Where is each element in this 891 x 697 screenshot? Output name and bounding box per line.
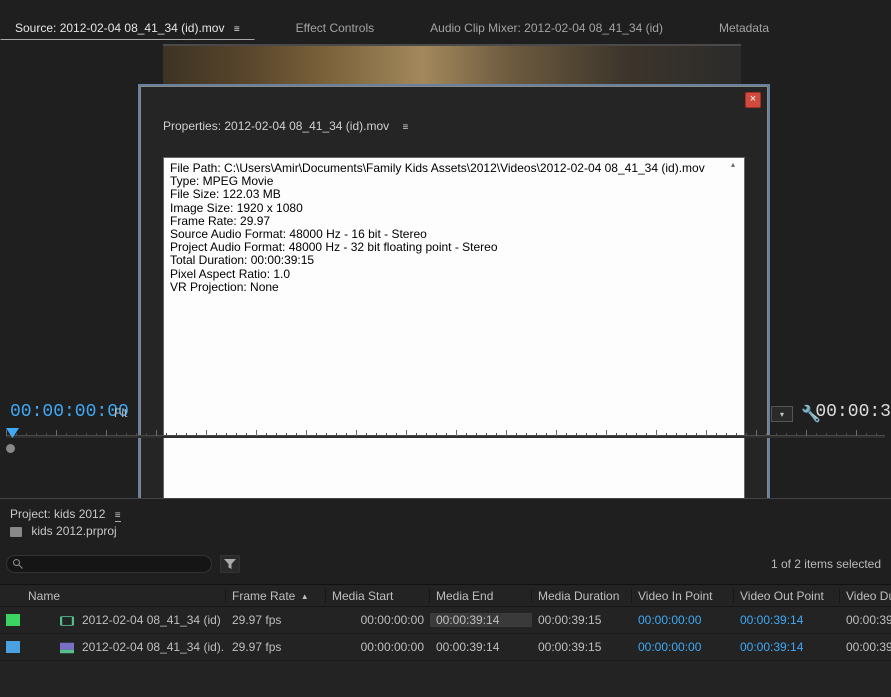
tab-metadata-label: Metadata: [719, 21, 769, 35]
cell-video-du: 00:00:39: [840, 640, 891, 654]
current-timecode[interactable]: 00:00:00:00: [10, 402, 129, 422]
col-media-duration[interactable]: Media Duration: [532, 589, 632, 603]
cell-media-duration: 00:00:39:15: [532, 613, 632, 627]
col-name[interactable]: Name: [22, 589, 226, 603]
properties-title-bar: Properties: 2012-02-04 08_41_34 (id).mov…: [155, 115, 753, 147]
panel-tabs: Source: 2012-02-04 08_41_34 (id).mov ≡ E…: [0, 18, 891, 40]
time-ruler[interactable]: [6, 430, 885, 444]
col-frame-rate[interactable]: Frame Rate ▲: [226, 589, 326, 603]
col-media-start[interactable]: Media Start: [326, 589, 430, 603]
col-video-du[interactable]: Video Du: [840, 589, 891, 603]
cell-media-duration: 00:00:39:15: [532, 640, 632, 654]
cell-name: 2012-02-04 08_41_34 (id): [76, 613, 226, 627]
project-selection-status: 1 of 2 items selected: [771, 557, 881, 571]
tab-effect-controls[interactable]: Effect Controls: [281, 18, 389, 40]
properties-title-text: Properties: 2012-02-04 08_41_34 (id).mov: [163, 119, 389, 133]
properties-text-area[interactable]: File Path: C:\Users\Amir\Documents\Famil…: [163, 157, 745, 525]
search-icon: [12, 558, 24, 570]
project-file-name: kids 2012.prproj: [31, 524, 116, 538]
cell-video-du: 00:00:39: [840, 613, 891, 627]
label-swatch-green[interactable]: [6, 614, 20, 626]
tab-audio-mixer[interactable]: Audio Clip Mixer: 2012-02-04 08_41_34 (i…: [415, 18, 678, 40]
project-search-input[interactable]: [6, 555, 212, 573]
playback-resolution-dropdown[interactable]: ▾: [771, 406, 793, 422]
cell-video-in[interactable]: 00:00:00:00: [632, 640, 734, 654]
table-row[interactable]: 2012-02-04 08_41_34 (id) 29.97 fps 00:00…: [0, 607, 891, 634]
col-video-out[interactable]: Video Out Point: [734, 589, 840, 603]
close-button[interactable]: ×: [745, 92, 761, 108]
scroll-up-icon[interactable]: ▴: [724, 160, 742, 176]
project-panel-title-bar: Project: kids 2012 ≡: [0, 499, 891, 524]
cell-media-end: 00:00:39:14: [430, 640, 532, 654]
cell-media-end[interactable]: 00:00:39:14: [430, 613, 532, 627]
tab-metadata[interactable]: Metadata: [704, 18, 784, 40]
project-panel: Project: kids 2012 ≡ kids 2012.prproj 1 …: [0, 498, 891, 584]
duration-timecode: 00:00:3: [815, 402, 891, 422]
cell-frame-rate: 29.97 fps: [226, 613, 326, 627]
chevron-down-icon: ▾: [780, 410, 784, 419]
project-filter-button[interactable]: [220, 555, 240, 573]
project-panel-title: Project: kids 2012: [10, 507, 105, 521]
cell-media-start: 00:00:00:00: [326, 640, 430, 654]
cell-video-out[interactable]: 00:00:39:14: [734, 613, 840, 627]
cell-name: 2012-02-04 08_41_34 (id).: [76, 640, 226, 654]
project-panel-menu-icon[interactable]: ≡: [115, 510, 121, 522]
zoom-fit-label[interactable]: Fit: [114, 406, 127, 420]
sort-asc-icon: ▲: [301, 592, 309, 601]
tab-source-menu-icon[interactable]: ≡: [234, 24, 240, 35]
table-row[interactable]: 2012-02-04 08_41_34 (id). 29.97 fps 00:0…: [0, 634, 891, 661]
cell-media-start: 00:00:00:00: [326, 613, 430, 627]
col-media-end[interactable]: Media End: [430, 589, 532, 603]
ruler-knob-icon[interactable]: [6, 444, 15, 453]
tab-source[interactable]: Source: 2012-02-04 08_41_34 (id).mov ≡: [0, 18, 255, 40]
clip-icon: [60, 642, 74, 654]
properties-menu-icon[interactable]: ≡: [402, 122, 408, 133]
funnel-icon: [221, 556, 239, 572]
cell-frame-rate: 29.97 fps: [226, 640, 326, 654]
label-swatch-blue[interactable]: [6, 641, 20, 653]
col-video-in[interactable]: Video In Point: [632, 589, 734, 603]
properties-text: File Path: C:\Users\Amir\Documents\Famil…: [164, 158, 744, 298]
clip-icon: [60, 615, 74, 627]
tab-audio-mixer-label: Audio Clip Mixer: 2012-02-04 08_41_34 (i…: [430, 21, 663, 35]
cell-video-in[interactable]: 00:00:00:00: [632, 613, 734, 627]
properties-scrollbar[interactable]: ▴ ▾: [724, 160, 742, 522]
folder-icon: [10, 527, 22, 537]
project-table: Name Frame Rate ▲ Media Start Media End …: [0, 584, 891, 697]
table-header-row: Name Frame Rate ▲ Media Start Media End …: [0, 585, 891, 607]
tab-source-label: Source: 2012-02-04 08_41_34 (id).mov: [15, 21, 224, 35]
timecode-strip: 00:00:00:00 Fit ▾ 🔧 00:00:3: [0, 396, 891, 454]
tab-effect-controls-label: Effect Controls: [296, 21, 374, 35]
close-icon: ×: [750, 93, 756, 105]
cell-video-out[interactable]: 00:00:39:14: [734, 640, 840, 654]
properties-window: × Properties: 2012-02-04 08_41_34 (id).m…: [138, 84, 770, 550]
